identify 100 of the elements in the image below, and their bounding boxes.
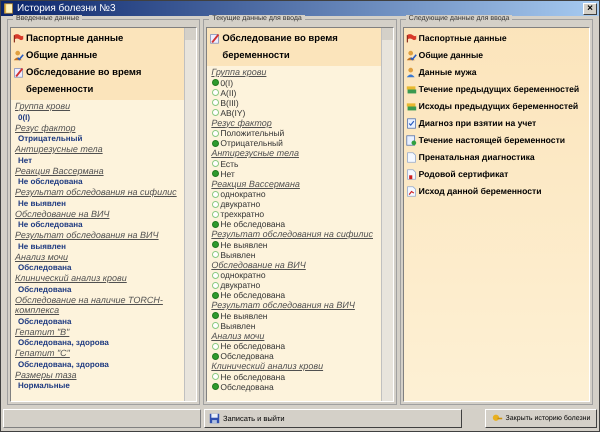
field-label: Размеры таза (15, 370, 78, 380)
radio-option[interactable]: 0(I) (211, 78, 377, 88)
list-item[interactable]: Родовой сертификат (406, 166, 587, 183)
item-label: Течение предыдущих беременностей (418, 83, 580, 96)
field-value: Нет (17, 154, 34, 166)
list-item[interactable]: Пренатальная диагностика (406, 149, 587, 166)
field-value: Обследована (17, 262, 72, 273)
field-label: Анализ мочи (15, 252, 70, 262)
radio-option[interactable]: Выявлен (211, 250, 377, 260)
field-label: Клинический анализ крови (15, 273, 128, 284)
radio-option[interactable]: Не выявлен (211, 310, 377, 320)
list-item[interactable]: Общие данные (13, 47, 182, 64)
field-label: Гепатит "B" (15, 326, 70, 337)
document-chart-icon (406, 186, 417, 197)
radio-option[interactable]: Положительный (211, 128, 377, 138)
radio-option[interactable]: Не обследована (211, 219, 377, 229)
field-label: Результат обследования на сифилис (211, 229, 374, 240)
document-icon (406, 152, 417, 163)
certificate-icon (406, 169, 417, 180)
field-label: Группа крови (15, 101, 72, 112)
field-label: Резус фактор (211, 118, 273, 128)
field-label: Результат обследования на ВИЧ (211, 300, 356, 310)
field-label: Реакция Вассермана (211, 178, 301, 189)
person-check-icon (13, 50, 24, 61)
item-label: Общие данные (418, 49, 484, 62)
stack-icon (406, 84, 417, 95)
flag-icon (13, 33, 24, 44)
list-item[interactable]: Исход данной беременности (406, 183, 587, 200)
list-item[interactable]: Данные мужа (406, 64, 587, 81)
radio-option[interactable]: Обследована (211, 351, 377, 361)
field-value: Обследована (17, 316, 72, 326)
flag-icon (406, 33, 417, 44)
field-value: Нормальные (17, 380, 71, 391)
pencil-icon (209, 33, 220, 44)
list-item[interactable]: Течение предыдущих беременностей (406, 81, 587, 98)
radio-option[interactable]: B(III) (211, 98, 377, 108)
key-icon (492, 413, 503, 424)
field-value: Обследована, здорова (17, 337, 110, 348)
close-button[interactable]: × (583, 2, 597, 14)
radio-option[interactable]: Выявлен (211, 320, 377, 330)
field-label: Гепатит "C" (15, 348, 71, 358)
field-label: Анализ мочи (211, 330, 266, 341)
field-label: Клинический анализ крови (211, 361, 324, 372)
item-label: Пренатальная диагностика (418, 151, 535, 164)
list-item[interactable]: Паспортные данные (13, 30, 182, 47)
radio-option[interactable]: Не обследована (211, 290, 377, 300)
field-value: Отрицательный (17, 133, 84, 144)
radio-option[interactable]: A(II) (211, 88, 377, 98)
list-item[interactable]: Течение настоящей беременности (406, 132, 587, 149)
item-label: Данные мужа (418, 66, 477, 79)
radio-option[interactable]: двукратно (211, 199, 377, 209)
radio-option[interactable]: AB(IY) (211, 108, 377, 118)
item-label: Течение настоящей беременности (418, 134, 566, 147)
item-label: Паспортные данные (26, 32, 124, 46)
window-title: История болезни №3 (17, 3, 117, 14)
radio-option[interactable]: Есть (211, 158, 377, 168)
list-item[interactable]: Паспортные данные (406, 30, 587, 47)
pencil-icon (13, 67, 24, 78)
item-label: Паспортные данные (418, 32, 507, 45)
field-label: Обследование на ВИЧ (211, 260, 307, 270)
radio-option[interactable]: Нет (211, 168, 377, 178)
list-item[interactable]: Обследование во время беременности (13, 64, 182, 98)
radio-option[interactable]: двукратно (211, 280, 377, 290)
field-value: Не выявлен (17, 198, 67, 208)
radio-option[interactable]: Не выявлен (211, 240, 377, 250)
item-label: Обследование во время беременности (222, 32, 339, 63)
field-value: Обследована (17, 284, 72, 294)
radio-option[interactable]: Не обследована (211, 341, 377, 351)
floppy-icon (209, 413, 220, 424)
field-value: 0(I) (17, 112, 31, 122)
field-label: Результат обследования на ВИЧ (15, 230, 160, 240)
field-label: Группа крови (211, 67, 268, 78)
radio-option[interactable]: однократно (211, 270, 377, 280)
stack-icon (406, 101, 417, 112)
notebook-icon (3, 3, 14, 14)
list-item[interactable]: Общие данные (406, 47, 587, 64)
field-value: Не обследована (17, 219, 84, 230)
person-check-icon (406, 50, 417, 61)
document-check-icon (406, 135, 417, 146)
item-label: Общие данные (26, 49, 98, 63)
field-label: Реакция Вассермана (15, 166, 105, 176)
radio-option[interactable]: однократно (211, 189, 377, 199)
field-value: Обследована, здорова (17, 358, 110, 370)
list-item[interactable]: Обследование во время беременности (209, 30, 379, 64)
item-label: Обследование во время беременности (26, 66, 142, 97)
item-label: Родовой сертификат (418, 168, 508, 181)
radio-option[interactable]: Отрицательный (211, 138, 377, 148)
item-label: Диагноз при взятии на учет (418, 117, 536, 130)
checklist-icon (406, 118, 417, 129)
field-label: Антирезусные тела (211, 148, 300, 158)
list-item[interactable]: Исходы предыдущих беременностей (406, 98, 587, 115)
item-label: Исходы предыдущих беременностей (418, 100, 578, 113)
radio-option[interactable]: Не обследована (211, 372, 377, 382)
list-item[interactable]: Диагноз при взятии на учет (406, 115, 587, 132)
field-label: Резус фактор (15, 122, 76, 133)
field-value: Не обследована (17, 176, 84, 187)
field-value: Не выявлен (17, 240, 67, 252)
radio-option[interactable]: трехкратно (211, 209, 377, 219)
field-label: Обследование на ВИЧ (15, 208, 110, 219)
radio-option[interactable]: Обследована (211, 382, 377, 392)
